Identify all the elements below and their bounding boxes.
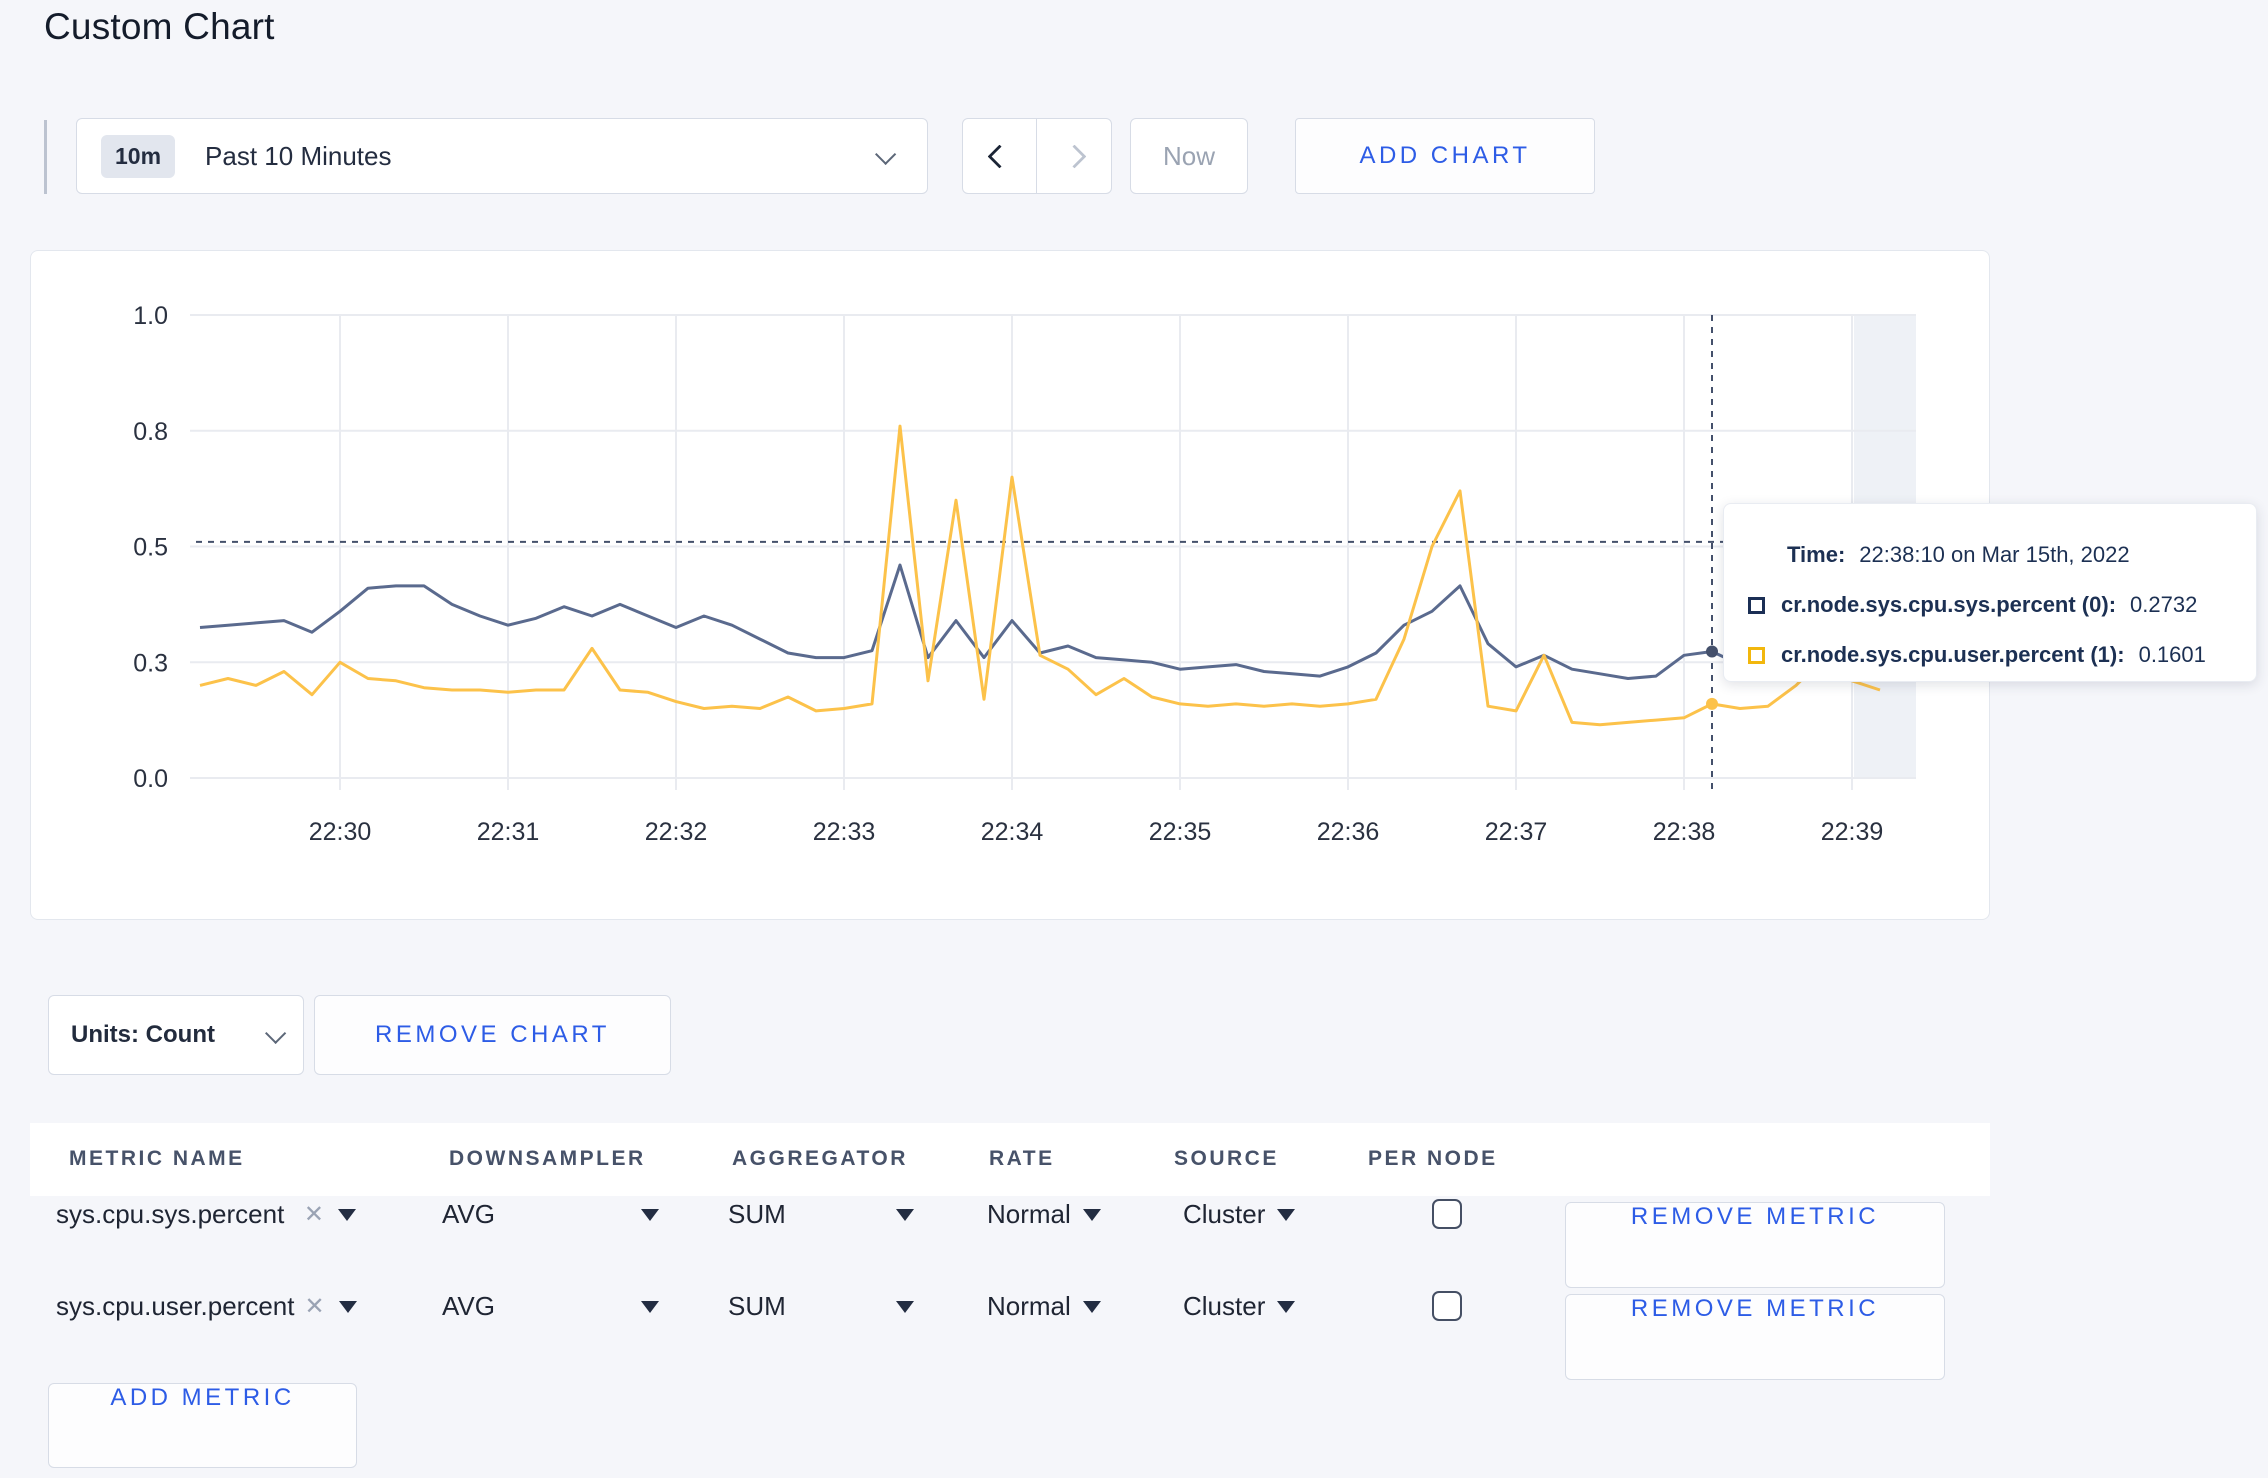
tooltip-series-row: cr.node.sys.cpu.user.percent (1): 0.1601 [1748, 630, 2236, 680]
add-chart-button[interactable]: ADD CHART [1295, 118, 1595, 194]
dropdown-caret-icon [896, 1208, 914, 1221]
metric-name-cell[interactable]: sys.cpu.user.percent ✕ [56, 1291, 357, 1322]
series-swatch-icon [1748, 596, 1765, 614]
add-metric-button[interactable]: ADD METRIC [48, 1383, 357, 1468]
source-value: Cluster [1183, 1291, 1266, 1321]
aggregator-value: SUM [728, 1291, 786, 1321]
downsampler-value: AVG [442, 1199, 495, 1229]
metric-table-row: sys.cpu.sys.percent ✕ AVG SUM Normal Clu… [0, 1199, 2268, 1291]
tooltip-series-value: 0.2732 [2130, 592, 2198, 617]
column-header: SOURCE [1174, 1147, 1279, 1170]
tooltip-series-row: cr.node.sys.cpu.sys.percent (0): 0.2732 [1748, 580, 2236, 630]
series-swatch-icon [1748, 646, 1765, 664]
per-node-checkbox[interactable] [1432, 1199, 1462, 1229]
rate-value: Normal [987, 1199, 1071, 1229]
clear-metric-icon[interactable]: ✕ [304, 1292, 324, 1321]
remove-metric-button[interactable]: REMOVE METRIC [1565, 1202, 1945, 1288]
dropdown-caret-icon [338, 1300, 357, 1313]
time-range-selector[interactable]: 10m Past 10 Minutes [76, 118, 928, 194]
units-selector[interactable]: Units: Count [48, 995, 304, 1075]
prev-time-button[interactable] [963, 119, 1037, 193]
aggregator-value: SUM [728, 1199, 786, 1229]
dropdown-caret-icon [1277, 1300, 1296, 1313]
chevron-left-icon [987, 143, 1012, 169]
source-value: Cluster [1183, 1199, 1266, 1229]
metric-name-cell[interactable]: sys.cpu.sys.percent ✕ [56, 1199, 356, 1230]
toolbar-divider [44, 120, 47, 194]
chevron-down-icon [265, 1022, 287, 1044]
per-node-cell [1432, 1199, 1462, 1229]
dropdown-caret-icon [1082, 1208, 1101, 1221]
tooltip-time-label: Time: [1787, 542, 1846, 567]
per-node-checkbox[interactable] [1432, 1291, 1462, 1321]
downsampler-select[interactable]: AVG [442, 1291, 659, 1322]
aggregator-select[interactable]: SUM [728, 1199, 914, 1230]
column-header: METRIC NAME [69, 1147, 245, 1170]
remove-metric-button[interactable]: REMOVE METRIC [1565, 1294, 1945, 1380]
dropdown-caret-icon [641, 1300, 659, 1313]
column-header: AGGREGATOR [732, 1147, 908, 1170]
metric-name: sys.cpu.sys.percent [56, 1199, 285, 1229]
rate-select[interactable]: Normal [987, 1199, 1101, 1230]
page-title: Custom Chart [44, 6, 275, 47]
next-time-button[interactable] [1037, 119, 1111, 193]
time-step-buttons [962, 118, 1112, 194]
metric-table-row: sys.cpu.user.percent ✕ AVG SUM Normal Cl… [0, 1291, 2268, 1383]
column-header: RATE [989, 1147, 1055, 1170]
chevron-down-icon [875, 143, 897, 165]
chart-card [30, 250, 1990, 920]
downsampler-value: AVG [442, 1291, 495, 1321]
rate-value: Normal [987, 1291, 1071, 1321]
metric-name: sys.cpu.user.percent [56, 1291, 295, 1321]
source-select[interactable]: Cluster [1183, 1291, 1296, 1322]
dropdown-caret-icon [641, 1208, 659, 1221]
dropdown-caret-icon [1277, 1208, 1296, 1221]
chart-hover-tooltip: Time: 22:38:10 on Mar 15th, 2022 cr.node… [1723, 503, 2257, 682]
per-node-cell [1432, 1291, 1462, 1321]
units-label: Units: Count [71, 1021, 215, 1048]
source-select[interactable]: Cluster [1183, 1199, 1296, 1230]
aggregator-select[interactable]: SUM [728, 1291, 914, 1322]
dropdown-caret-icon [338, 1208, 356, 1221]
tooltip-time-value: 22:38:10 on Mar 15th, 2022 [1859, 542, 2130, 567]
tooltip-series-label: cr.node.sys.cpu.sys.percent (0): [1781, 592, 2117, 617]
dropdown-caret-icon [1082, 1300, 1101, 1313]
downsampler-select[interactable]: AVG [442, 1199, 659, 1230]
column-header: DOWNSAMPLER [449, 1147, 646, 1170]
time-range-badge: 10m [101, 134, 176, 178]
remove-chart-button[interactable]: REMOVE CHART [314, 995, 671, 1075]
dropdown-caret-icon [896, 1300, 914, 1313]
time-range-label: Past 10 Minutes [205, 140, 392, 171]
tooltip-series-value: 0.1601 [2138, 642, 2206, 667]
rate-select[interactable]: Normal [987, 1291, 1101, 1322]
now-button[interactable]: Now [1130, 118, 1248, 194]
tooltip-series-label: cr.node.sys.cpu.user.percent (1): [1781, 642, 2125, 667]
chevron-right-icon [1061, 143, 1087, 169]
clear-metric-icon[interactable]: ✕ [304, 1200, 324, 1229]
column-header: PER NODE [1368, 1147, 1498, 1170]
